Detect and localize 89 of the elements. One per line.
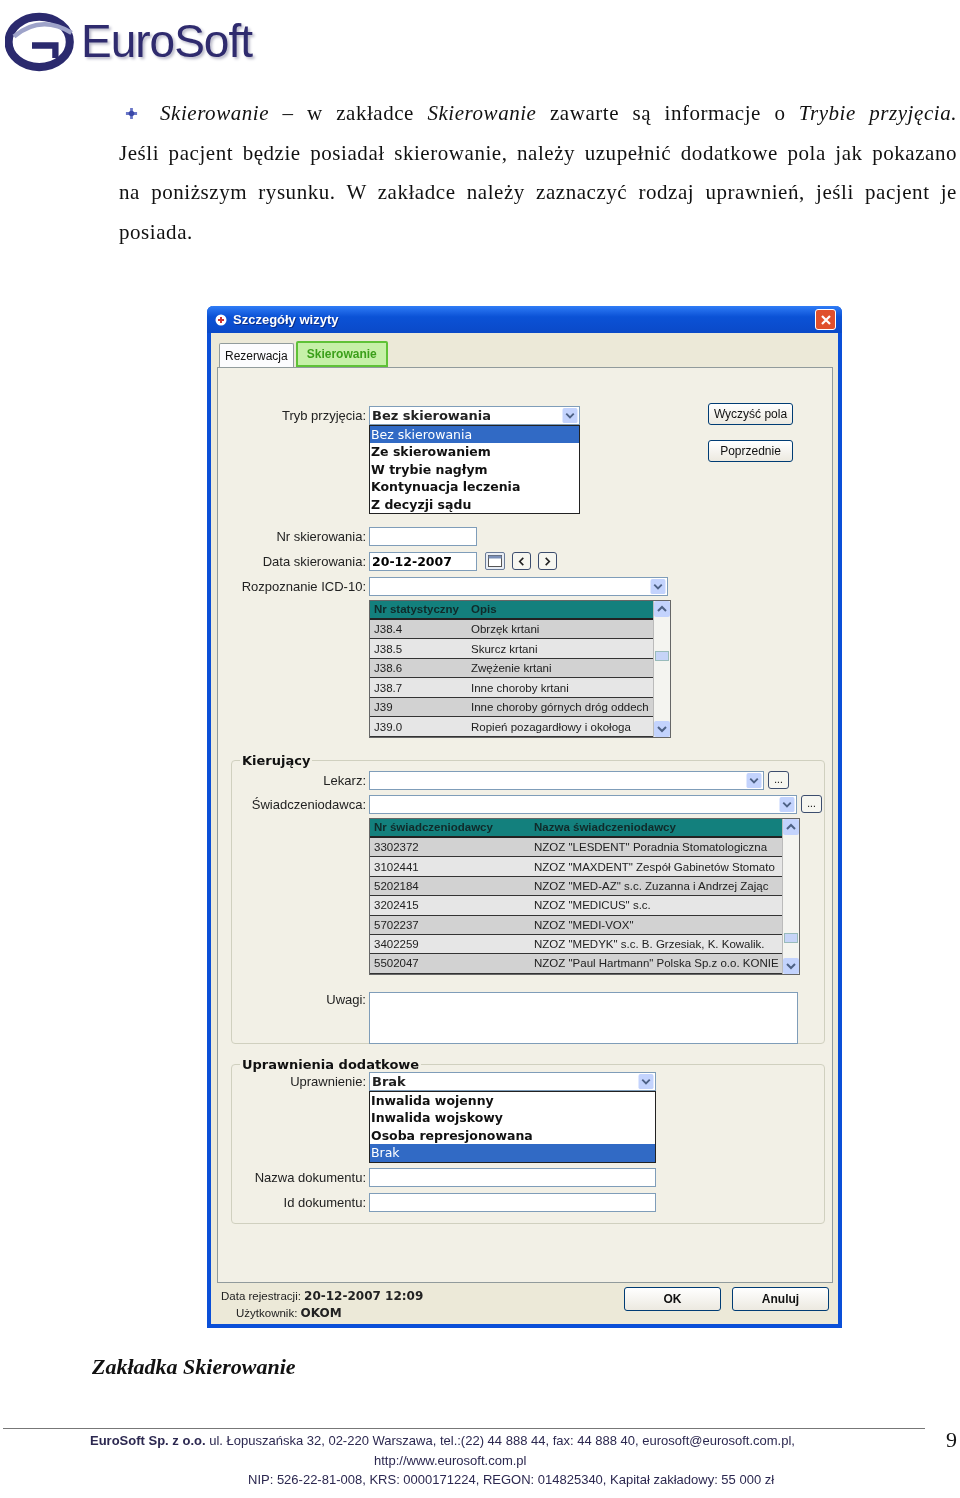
table-row[interactable]: 5502047 NZOZ "Paul Hartmann" Polska Sp.z o.o. KONIE bbox=[370, 954, 782, 974]
side-button[interactable]: Wyczyść pola bbox=[708, 403, 793, 425]
dropdown-option[interactable]: Z decyzji sądu bbox=[370, 495, 579, 513]
side-button[interactable]: Poprzednie bbox=[708, 440, 793, 462]
scroll-down-icon[interactable] bbox=[783, 957, 799, 974]
dialog-button[interactable]: Anuluj bbox=[732, 1287, 829, 1311]
dialog-button[interactable]: OK bbox=[624, 1287, 721, 1311]
notes-field[interactable] bbox=[369, 991, 798, 1044]
logo-text: EuroSoft bbox=[81, 14, 252, 68]
chevron-down-icon bbox=[746, 772, 762, 788]
footer-link[interactable]: http://www.eurosoft.com.pl bbox=[374, 1450, 527, 1470]
table-row[interactable]: 3302372 NZOZ "LESDENT" Poradnia Stomatologiczna bbox=[370, 837, 782, 858]
dropdown-option[interactable]: Osoba represjonowana bbox=[370, 1126, 655, 1145]
table-row[interactable]: J38.4 Obrzęk krtani bbox=[370, 619, 653, 640]
diagnosis-dropdown[interactable] bbox=[369, 576, 668, 596]
close-button[interactable] bbox=[815, 309, 836, 330]
date-field[interactable]: 20-12-2007 bbox=[369, 551, 477, 571]
referral-number-field[interactable] bbox=[369, 526, 477, 546]
scroll-thumb[interactable] bbox=[655, 650, 669, 661]
app-icon bbox=[215, 313, 227, 326]
chevron-left-icon bbox=[517, 556, 526, 566]
field-label: Tryb przyjęcia: bbox=[280, 408, 366, 423]
field-label: Nazwa dokumentu: bbox=[253, 1169, 366, 1185]
bullet-icon bbox=[125, 107, 138, 121]
dropdown-option[interactable]: Bez skierowania bbox=[370, 426, 579, 444]
doctor-dropdown[interactable] bbox=[369, 770, 764, 790]
chevron-down-icon bbox=[650, 578, 666, 594]
scrollbar[interactable] bbox=[653, 600, 670, 737]
field-label: Rozpoznanie ICD-10: bbox=[240, 578, 366, 594]
dropdown-option[interactable]: Inwalida wojenny bbox=[370, 1091, 655, 1110]
column-header: Nr statystyczny bbox=[373, 603, 460, 616]
scroll-up-icon[interactable] bbox=[654, 600, 670, 617]
user-name: Użytkownik: OKOM bbox=[235, 1306, 343, 1320]
calendar-icon bbox=[488, 555, 502, 568]
table-row[interactable]: J39 Inne choroby górnych dróg oddech bbox=[370, 697, 653, 718]
table-row[interactable]: 5702237 NZOZ "MEDI-VOX" bbox=[370, 915, 782, 935]
table-row[interactable]: J38.7 Inne choroby krtani bbox=[370, 678, 653, 698]
entitlement-dropdown[interactable]: Brak bbox=[369, 1071, 656, 1091]
browse-button[interactable]: ... bbox=[801, 795, 822, 814]
group-title: Uprawnienia dodatkowe bbox=[240, 1056, 422, 1072]
registration-date: Data rejestracji: 20-12-2007 12:09 bbox=[221, 1289, 424, 1303]
table-row[interactable]: J38.5 Skurcz krtani bbox=[370, 639, 653, 659]
dropdown-option[interactable]: Kontynuacja leczenia bbox=[370, 478, 579, 496]
tab[interactable]: Rezerwacja bbox=[219, 343, 294, 367]
field-label: Uwagi: bbox=[325, 991, 366, 1007]
scroll-down-icon[interactable] bbox=[654, 720, 670, 737]
group-title: Kierujący bbox=[240, 752, 313, 768]
scrollbar[interactable] bbox=[782, 818, 799, 974]
footer-address: EuroSoft Sp. z o.o. ul. Łopuszańska 32, 02-220 Warszawa, tel.:(22) 44 888 44, fax: 44 888 40, eurosoft@eurosoft.com.pl, bbox=[90, 1432, 795, 1450]
field-label: Lekarz: bbox=[322, 772, 366, 788]
chevron-down-icon bbox=[638, 1073, 654, 1089]
dropdown-option[interactable]: W trybie nagłym bbox=[370, 460, 579, 479]
calendar-button[interactable] bbox=[485, 552, 505, 571]
table-row[interactable]: 5202184 NZOZ "MED-AZ" s.c. Zuzanna i Andrzej Zając bbox=[370, 876, 782, 897]
field-label: Świadczeniodawca: bbox=[250, 796, 366, 812]
footer-registry: NIP: 526-22-81-008, KRS: 0000171224, REGON: 014825340, Kapitał zakładowy: 55 000 zł bbox=[248, 1471, 775, 1489]
dropdown-option[interactable]: Ze skierowaniem bbox=[370, 443, 579, 461]
browse-button[interactable]: ... bbox=[768, 771, 789, 790]
document-id-field[interactable] bbox=[369, 1192, 656, 1212]
figure-caption: Zakładka Skierowanie bbox=[92, 1354, 297, 1380]
dropdown-option[interactable]: Inwalida wojskowy bbox=[370, 1109, 655, 1127]
scroll-thumb[interactable] bbox=[784, 932, 798, 943]
document-name-field[interactable] bbox=[369, 1167, 656, 1187]
chevron-down-icon bbox=[562, 408, 578, 423]
window-title: Szczegóły wizyty bbox=[233, 312, 340, 327]
field-label: Nr skierowania: bbox=[275, 528, 366, 544]
provider-dropdown[interactable] bbox=[369, 794, 797, 814]
chevron-right-icon bbox=[543, 556, 552, 566]
field-label: Uprawnienie: bbox=[289, 1073, 366, 1089]
previous-button[interactable] bbox=[512, 552, 531, 571]
admission-mode-dropdown[interactable]: Bez skierowania bbox=[369, 406, 580, 425]
scroll-up-icon[interactable] bbox=[783, 818, 799, 835]
intro-paragraph: Jeśli pacjent będzie posiadał skierowanie, należy uzupełnić dodatkowe pola jak pokazano na poniższym rysunku. W zakładce należy zaznaczyć rodzaj uprawnień, jeśli pacjent je posiada. bbox=[119, 139, 957, 246]
close-icon bbox=[819, 313, 832, 326]
dropdown-option[interactable]: Brak bbox=[370, 1144, 655, 1162]
table-row[interactable]: J39.0 Ropień pozagardłowy i okołoga bbox=[370, 717, 653, 737]
column-header: Nazwa świadczeniodawcy bbox=[534, 821, 677, 834]
table-row[interactable]: 3102441 NZOZ "MAXDENT" Zespół Gabinetów Stomato bbox=[370, 857, 782, 877]
field-label: Id dokumentu: bbox=[282, 1194, 366, 1210]
column-header: Opis bbox=[471, 603, 498, 616]
intro-heading-line: Skierowanie – w zakładce Skierowanie zawarte są informacje o Trybie przyjęcia. bbox=[160, 100, 957, 127]
table-row[interactable]: 3202415 NZOZ "MEDICUS" s.c. bbox=[370, 896, 782, 916]
page-number: 9 bbox=[946, 1427, 957, 1453]
column-header: Nr świadczeniodawcy bbox=[373, 821, 494, 834]
next-button[interactable] bbox=[538, 552, 557, 571]
chevron-down-icon bbox=[779, 796, 795, 812]
table-row[interactable]: J38.6 Zwężenie krtani bbox=[370, 658, 653, 679]
field-label: Data skierowania: bbox=[261, 553, 366, 569]
table-row[interactable]: 3402259 NZOZ "MEDYK" s.c. B. Grzesiak, K. Kowalik. bbox=[370, 934, 782, 955]
